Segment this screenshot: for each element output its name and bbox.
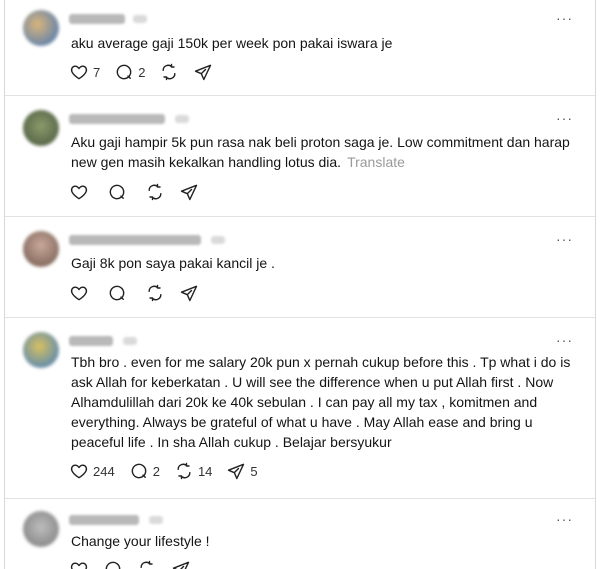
timestamp-blurred bbox=[175, 115, 189, 123]
username-blurred[interactable] bbox=[69, 515, 139, 525]
share-icon bbox=[180, 184, 198, 201]
action-bar bbox=[69, 283, 213, 303]
share-icon bbox=[195, 64, 212, 81]
avatar[interactable] bbox=[23, 10, 59, 46]
comment-icon bbox=[116, 64, 132, 80]
comment-text: Change your lifestyle ! bbox=[71, 533, 210, 549]
reply-button[interactable] bbox=[107, 182, 131, 202]
more-icon[interactable]: ··· bbox=[556, 10, 573, 26]
comment-item: ··· Aku gaji hampir 5k pun rasa nak beli… bbox=[5, 96, 595, 217]
translate-link[interactable]: Translate bbox=[347, 154, 405, 170]
like-button[interactable]: 244 bbox=[69, 461, 115, 481]
comment-icon bbox=[105, 561, 121, 569]
comment-icon bbox=[109, 285, 125, 301]
comment-text: Tbh bro . even for me salary 20k pun x p… bbox=[71, 354, 571, 450]
comment-text: Gaji 8k pon saya pakai kancil je . bbox=[71, 255, 275, 271]
username-blurred[interactable] bbox=[69, 114, 165, 124]
avatar[interactable] bbox=[23, 511, 59, 547]
comment-text: aku average gaji 150k per week pon pakai… bbox=[71, 35, 393, 51]
timestamp-blurred bbox=[149, 516, 163, 524]
heart-icon bbox=[70, 286, 88, 301]
share-icon bbox=[172, 561, 190, 569]
action-bar bbox=[69, 559, 205, 569]
action-bar: 7 2 bbox=[69, 62, 227, 82]
repost-button[interactable]: 14 bbox=[174, 461, 212, 481]
repost-icon bbox=[162, 63, 177, 81]
more-icon[interactable]: ··· bbox=[556, 110, 573, 126]
timestamp-blurred bbox=[133, 15, 147, 23]
share-button[interactable] bbox=[179, 182, 199, 202]
repost-button[interactable] bbox=[159, 62, 179, 82]
reply-button[interactable] bbox=[103, 559, 123, 569]
reply-count: 2 bbox=[138, 64, 146, 80]
avatar[interactable] bbox=[23, 110, 59, 146]
username-blurred[interactable] bbox=[69, 336, 113, 346]
reply-count: 2 bbox=[152, 463, 160, 479]
share-button[interactable]: 5 bbox=[226, 461, 258, 481]
comment-item: ··· aku average gaji 150k per week pon p… bbox=[5, 0, 595, 96]
share-icon bbox=[228, 463, 245, 480]
avatar[interactable] bbox=[23, 332, 59, 368]
comment-item: ··· Tbh bro . even for me salary 20k pun… bbox=[5, 318, 595, 499]
repost-icon bbox=[177, 462, 191, 480]
like-button[interactable] bbox=[69, 283, 93, 303]
repost-icon bbox=[148, 284, 162, 302]
comment-text: Aku gaji hampir 5k pun rasa nak beli pro… bbox=[71, 132, 571, 172]
timestamp-blurred bbox=[123, 337, 137, 345]
heart-icon bbox=[70, 65, 88, 80]
repost-button[interactable] bbox=[145, 283, 165, 303]
like-count: 244 bbox=[93, 463, 115, 479]
heart-icon bbox=[70, 562, 88, 569]
heart-icon bbox=[70, 185, 88, 200]
repost-button[interactable] bbox=[145, 182, 165, 202]
comment-icon bbox=[109, 184, 125, 200]
reply-button[interactable] bbox=[107, 283, 131, 303]
more-icon[interactable]: ··· bbox=[556, 332, 573, 348]
repost-icon bbox=[148, 183, 162, 201]
more-icon[interactable]: ··· bbox=[556, 511, 573, 527]
comment-item: ··· Change your lifestyle ! bbox=[5, 499, 595, 569]
heart-icon bbox=[70, 464, 88, 479]
username-blurred[interactable] bbox=[69, 14, 125, 24]
username-blurred[interactable] bbox=[69, 235, 201, 245]
reply-button[interactable]: 2 bbox=[129, 461, 160, 481]
repost-button[interactable] bbox=[137, 559, 157, 569]
repost-icon bbox=[140, 560, 153, 569]
like-button[interactable]: 7 bbox=[69, 62, 100, 82]
share-count: 5 bbox=[250, 463, 258, 479]
comment-icon bbox=[131, 463, 147, 479]
timestamp-blurred bbox=[211, 236, 225, 244]
more-icon[interactable]: ··· bbox=[556, 231, 573, 247]
reply-button[interactable]: 2 bbox=[114, 62, 145, 82]
share-button[interactable] bbox=[193, 62, 213, 82]
comment-body: Aku gaji hampir 5k pun rasa nak beli pro… bbox=[71, 134, 570, 170]
avatar[interactable] bbox=[23, 231, 59, 267]
comments-feed: ··· aku average gaji 150k per week pon p… bbox=[4, 0, 596, 569]
repost-count: 14 bbox=[197, 463, 213, 479]
like-button[interactable] bbox=[69, 559, 89, 569]
share-button[interactable] bbox=[179, 283, 199, 303]
comment-item: ··· Gaji 8k pon saya pakai kancil je . bbox=[5, 217, 595, 318]
share-button[interactable] bbox=[171, 559, 191, 569]
action-bar bbox=[69, 182, 213, 202]
share-icon bbox=[180, 285, 198, 302]
action-bar: 244 2 14 5 bbox=[69, 461, 272, 481]
like-count: 7 bbox=[93, 64, 101, 80]
like-button[interactable] bbox=[69, 182, 93, 202]
